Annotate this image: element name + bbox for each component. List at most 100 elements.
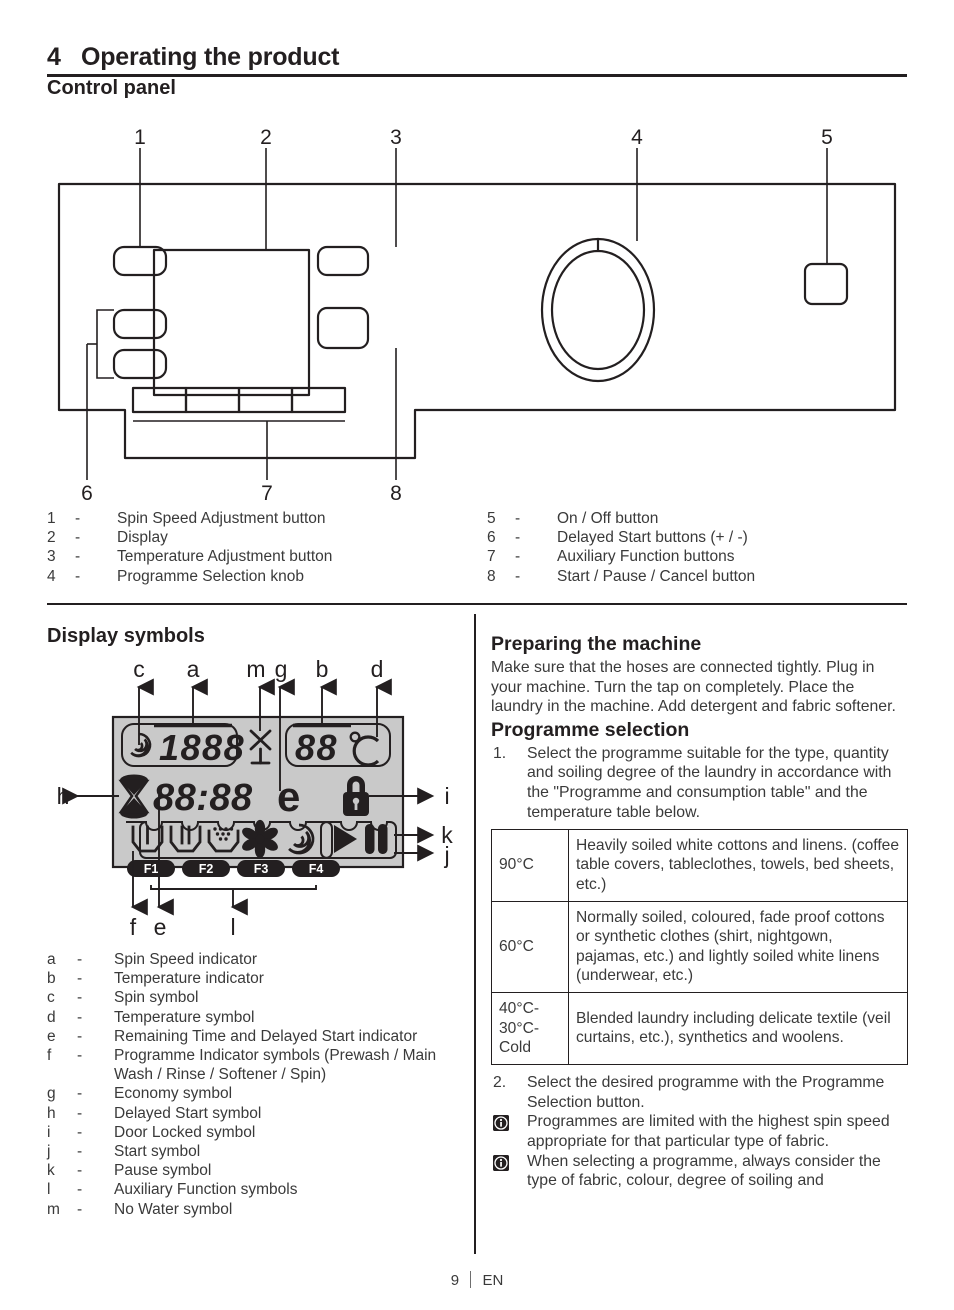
legend-label: No Water symbol [114,1200,233,1218]
spin-speed-value-seg: 1888 [159,727,245,768]
legend-label: Temperature symbol [114,1008,255,1026]
legend-row: g - Economy symbol [47,1084,467,1103]
legend-label: Temperature Adjustment button [117,548,333,566]
list-item: 1. Select the programme suitable for the… [491,744,908,822]
legend-label: Spin Speed Adjustment button [117,510,326,527]
callout-4: 4 [631,128,643,149]
legend-dash: - [77,1008,83,1026]
legend-row: 8 - Start / Pause / Cancel button [487,567,755,586]
legend-row: k - Pause symbol [47,1161,467,1180]
footer-divider [470,1271,472,1288]
note-marker [491,1152,527,1191]
legend-label: Programme Selection knob [117,567,304,585]
legend-key: c [47,989,55,1007]
right-column: Preparing the machine Make sure that the… [491,632,908,1191]
callout-l: l [230,914,235,940]
legend-label: Delayed Start symbol [114,1104,262,1122]
legend-key: k [47,1162,55,1180]
callout-i: i [444,783,449,809]
table-row: 90°C Heavily soiled white cottons and li… [491,829,908,903]
pause-bar-right [378,824,388,854]
programme-steps: 1. Select the programme suitable for the… [491,744,908,822]
legend-dash: - [515,548,521,566]
legend-dash: - [515,567,521,585]
legend-key: d [47,1008,56,1026]
legend-dash: - [77,1181,83,1199]
legend-row: a - Spin Speed indicator [47,950,467,969]
table-row: 40°C- 30°C- Cold Blended laundry includi… [491,992,908,1066]
legend-row: 6 - Delayed Start buttons (+ / -) [487,528,755,547]
legend-label: Remaining Time and Delayed Start indicat… [114,1027,418,1045]
legend-row: h - Delayed Start symbol [47,1104,467,1123]
table-row: 60°C Normally soiled, coloured, fade pro… [491,901,908,994]
callout-2: 2 [260,128,272,149]
description-cell: Heavily soiled white cottons and linens.… [568,829,908,903]
legend-key: 5 [487,510,496,527]
preparing-heading: Preparing the machine [491,633,702,655]
callout-c: c [133,656,145,682]
step-marker: 2. [493,1074,507,1092]
legend-row: 7 - Auxiliary Function buttons [487,547,755,566]
step-marker: 1. [493,744,507,762]
callout-f: f [130,914,137,940]
step-text: Select the programme suitable for the ty… [527,744,892,821]
manual-page: 4 Operating the product Control panel 1 … [0,0,954,1310]
description-cell: Blended laundry including delicate texti… [568,992,908,1066]
legend-key: l [47,1181,51,1199]
preparing-body: Make sure that the hoses are connected t… [491,659,896,716]
legend-row: l - Auxiliary Function symbols [47,1180,467,1199]
f4-label: F4 [309,862,324,876]
f3-label: F3 [254,862,269,876]
callout-8: 8 [390,482,402,505]
list-item: 2. Select the desired programme with the… [491,1073,908,1112]
callout-6: 6 [81,482,93,505]
legend-label: Spin symbol [114,989,199,1007]
legend-key: 2 [47,529,56,547]
temperature-cell: 90°C [491,829,569,903]
callout-m: m [246,656,265,682]
temperature-cell: 40°C- 30°C- Cold [491,992,569,1066]
legend-dash: - [515,510,521,527]
legend-dash: - [515,529,521,547]
callout-d: d [371,656,384,682]
legend-row: 5 - On / Off button [487,509,755,528]
chapter-title-label: Operating the product [80,43,340,71]
legend-dash: - [75,510,81,527]
legend-dash: - [77,1027,83,1045]
f2-label: F2 [199,862,214,876]
legend-key: 4 [47,567,56,585]
legend-key: g [47,1085,56,1103]
legend-dash: - [77,1123,83,1141]
note-item: When selecting a programme, always consi… [491,1152,908,1191]
programme-steps-continued: 2. Select the desired programme with the… [491,1073,908,1191]
temperature-value-seg: 88 [295,727,338,768]
legend-row: b - Temperature indicator [47,969,467,988]
control-panel-diagram: 1 2 3 4 5 6 7 8 [47,128,907,508]
legend-label: Start symbol [114,1143,201,1161]
legend-row: e - Remaining Time and Delayed Start ind… [47,1027,467,1046]
legend-dash: - [75,529,81,547]
note-marker [491,1112,527,1151]
chapter-title-text: 4 Operating the product [47,43,907,71]
page-title: Control panel [47,77,176,99]
legend-dash: - [77,970,83,988]
legend-label: Door Locked symbol [114,1123,256,1141]
legend-label: Pause symbol [114,1162,212,1180]
remaining-time-seg: 88:88 [153,777,253,819]
legend-row: 2 - Display [47,528,332,547]
legend-dash: - [77,1085,83,1103]
legend-key: 7 [487,548,496,566]
legend-dash: - [77,1047,83,1065]
legend-row: 1 - Spin Speed Adjustment button [47,509,332,528]
note-item: Programmes are limited with the highest … [491,1112,908,1151]
callout-a: a [187,656,200,682]
legend-row: f - Programme Indicator symbols (Prewash… [47,1046,467,1084]
legend-key: 1 [47,510,56,527]
callout-7: 7 [261,482,273,505]
chapter-heading: 4 Operating the product [47,43,907,71]
legend-label: Temperature indicator [114,970,264,988]
info-icon [493,1115,509,1132]
programme-selection-heading: Programme selection [491,718,690,741]
callout-5: 5 [821,128,833,149]
legend-row: 4 - Programme Selection knob [47,567,332,586]
